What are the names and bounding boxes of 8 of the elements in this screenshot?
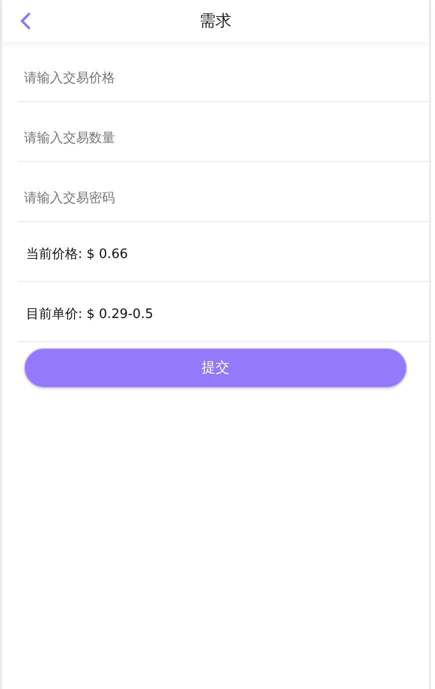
submit-button[interactable]: 提交: [24, 348, 407, 388]
back-icon[interactable]: [19, 12, 31, 30]
info-text: 当前价格: $ 0.66: [25, 246, 128, 262]
input-field[interactable]: 请输入交易数量: [18, 126, 330, 150]
input-field[interactable]: 请输入交易密码: [18, 186, 330, 210]
page-title: 需求: [200, 10, 232, 32]
input-field[interactable]: 请输入交易价格: [18, 66, 330, 90]
info-text: 目前单价: $ 0.29-0.5: [25, 306, 154, 322]
